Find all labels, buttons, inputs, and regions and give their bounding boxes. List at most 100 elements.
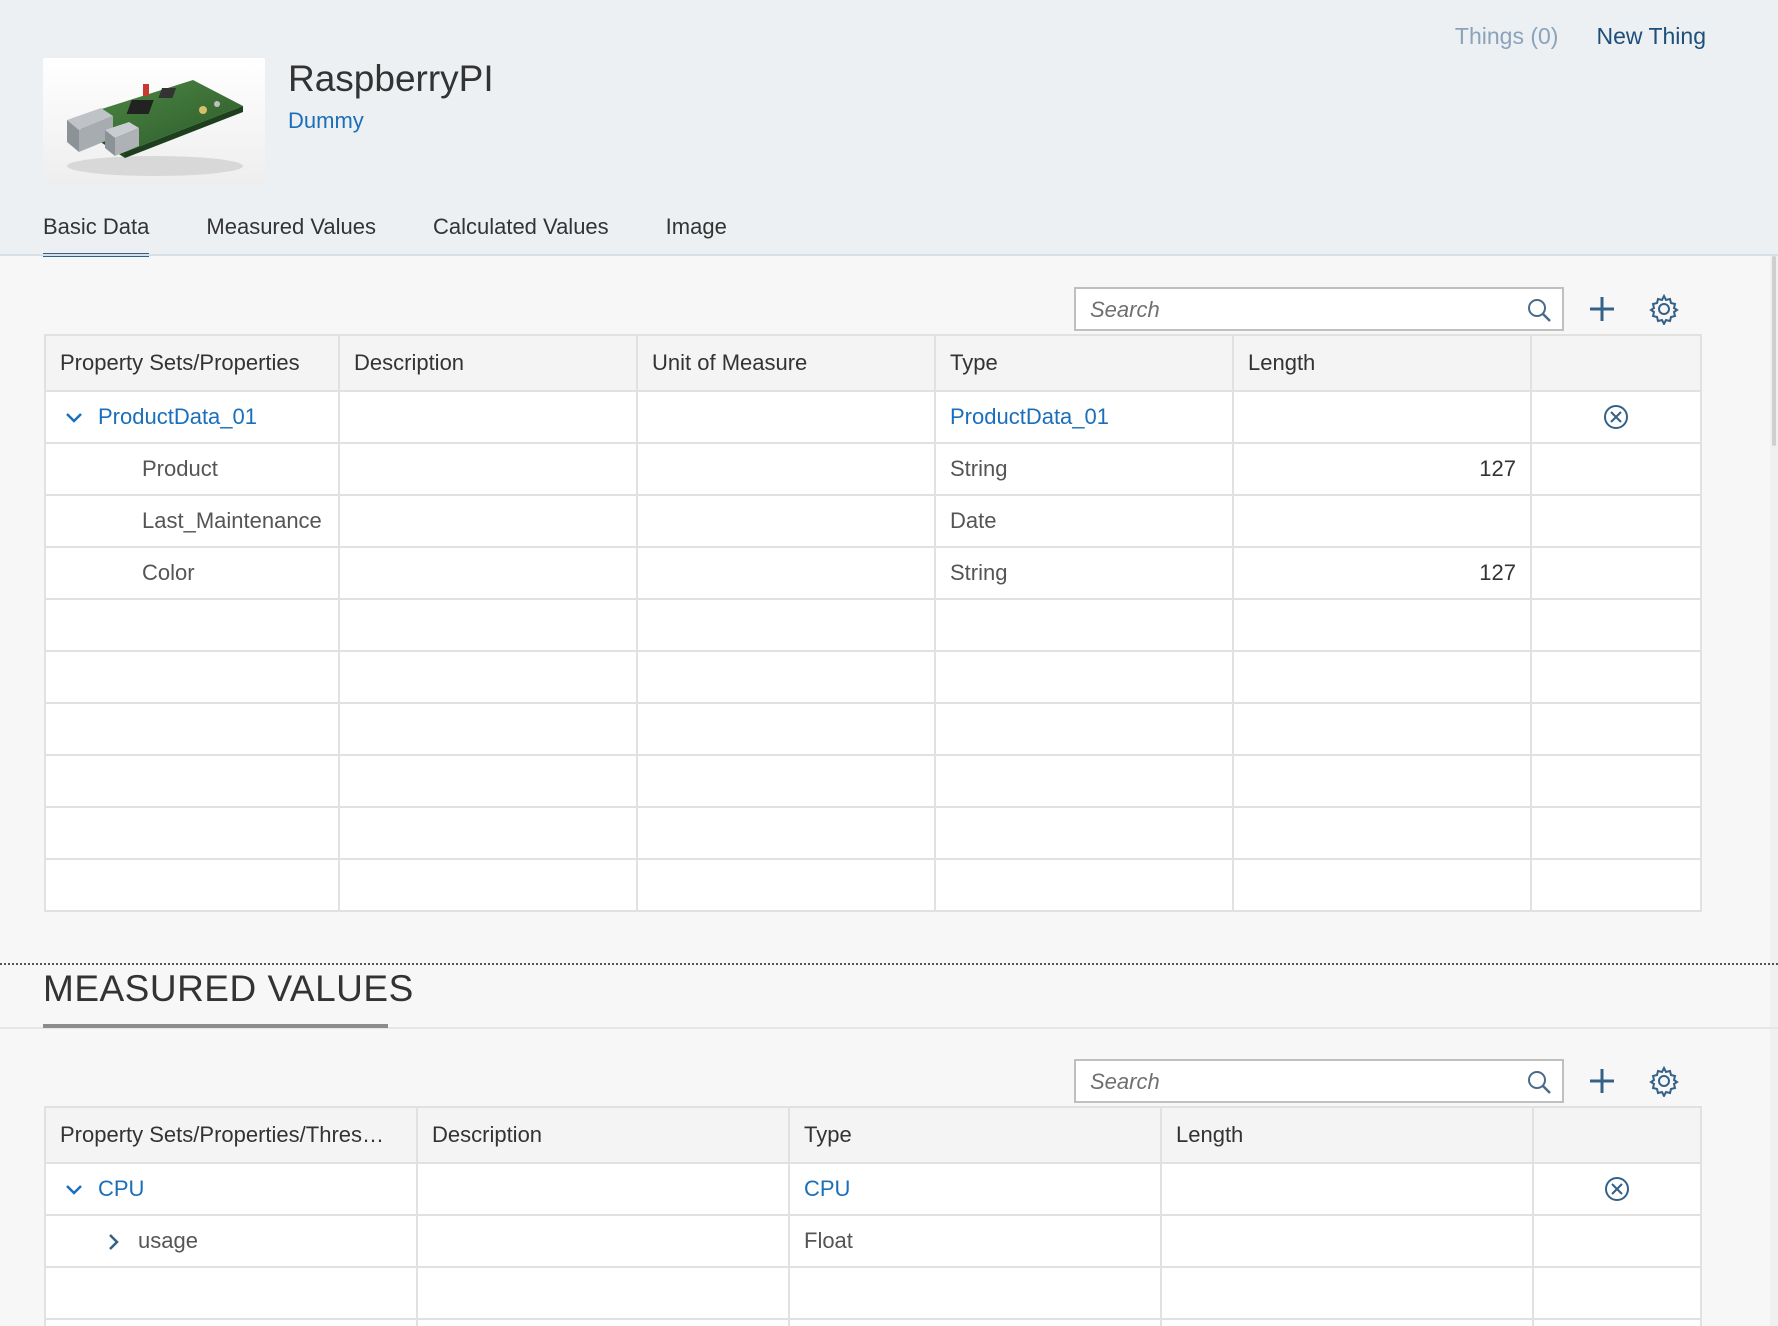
property-name-cell: Last_Maintenance — [44, 494, 340, 548]
description-cell — [338, 390, 638, 444]
section-title-underline — [43, 1024, 388, 1028]
description-cell — [338, 546, 638, 600]
column-header-actions — [1532, 1106, 1702, 1164]
search-icon[interactable] — [1526, 1069, 1552, 1095]
page-scrollbar[interactable] — [1770, 256, 1778, 1326]
length-cell: 127 — [1232, 442, 1532, 496]
column-header-property-sets-thresholds[interactable]: Property Sets/Properties/Thres… — [44, 1106, 418, 1164]
property-set-name-cell[interactable]: CPU — [44, 1162, 418, 1216]
chevron-right-icon[interactable] — [102, 1230, 126, 1254]
type-cell: Float — [788, 1214, 1162, 1268]
type-cell: String — [934, 442, 1234, 496]
table-row[interactable]: CPU CPU — [44, 1162, 1702, 1216]
actions-cell — [1530, 494, 1702, 548]
description-cell — [416, 1162, 790, 1216]
column-header-unit-of-measure[interactable]: Unit of Measure — [636, 334, 936, 392]
raspberry-pi-board-image — [67, 80, 243, 176]
column-header-actions — [1530, 334, 1702, 392]
circle-x-icon[interactable] — [1602, 403, 1630, 431]
description-cell — [338, 494, 638, 548]
thing-title: RaspberryPI — [288, 58, 494, 99]
header-links: Things (0) New Thing — [1455, 23, 1706, 50]
empty-row — [44, 1266, 1702, 1320]
scrollbar-thumb[interactable] — [1772, 256, 1776, 446]
type-link-cell[interactable]: CPU — [788, 1162, 1162, 1216]
actions-cell — [1530, 546, 1702, 600]
tab-measured-values[interactable]: Measured Values — [206, 214, 376, 254]
type-link-cell[interactable]: ProductData_01 — [934, 390, 1234, 444]
tab-basic-data[interactable]: Basic Data — [43, 214, 150, 257]
type-cell: String — [934, 546, 1234, 600]
length-cell — [1160, 1162, 1534, 1216]
property-name-cell[interactable]: usage — [44, 1214, 418, 1268]
basic-data-table: Property Sets/Properties Description Uni… — [44, 334, 1702, 912]
remove-cell — [1532, 1162, 1702, 1216]
property-name-cell: Color — [44, 546, 340, 600]
thing-image — [43, 58, 265, 184]
property-set-name[interactable]: CPU — [98, 1176, 144, 1201]
column-header-type[interactable]: Type — [788, 1106, 1162, 1164]
property-name: usage — [138, 1227, 198, 1253]
actions-cell — [1532, 1214, 1702, 1268]
gear-icon[interactable] — [1648, 293, 1680, 325]
tab-image[interactable]: Image — [666, 214, 727, 254]
empty-row — [44, 702, 1702, 756]
section-title-measured-values: MEASURED VALUES — [43, 968, 414, 1009]
basic-data-search-input[interactable] — [1090, 297, 1510, 323]
search-icon[interactable] — [1526, 297, 1552, 323]
basic-data-search[interactable] — [1074, 287, 1564, 331]
length-cell — [1232, 390, 1532, 444]
length-cell — [1160, 1214, 1534, 1268]
unit-cell — [636, 442, 936, 496]
empty-row — [44, 598, 1702, 652]
length-cell: 127 — [1232, 546, 1532, 600]
things-link[interactable]: Things (0) — [1455, 23, 1559, 50]
table-header-row: Property Sets/Properties Description Uni… — [44, 334, 1702, 392]
plus-icon[interactable] — [1586, 1065, 1618, 1097]
tab-bar: Basic Data Measured Values Calculated Va… — [43, 214, 784, 257]
table-row[interactable]: Color String 127 — [44, 546, 1702, 600]
description-cell — [338, 442, 638, 496]
table-row[interactable]: usage Float — [44, 1214, 1702, 1268]
new-thing-link[interactable]: New Thing — [1596, 23, 1706, 50]
section-divider — [0, 963, 1778, 965]
description-cell — [416, 1214, 790, 1268]
tab-bar-divider — [0, 254, 1778, 256]
measured-values-search-input[interactable] — [1090, 1069, 1510, 1095]
table-row[interactable]: Last_Maintenance Date — [44, 494, 1702, 548]
measured-values-table: Property Sets/Properties/Thres… Descript… — [44, 1106, 1702, 1326]
property-set-name-cell[interactable]: ProductData_01 — [44, 390, 340, 444]
column-header-length[interactable]: Length — [1160, 1106, 1534, 1164]
column-header-length[interactable]: Length — [1232, 334, 1532, 392]
length-cell — [1232, 494, 1532, 548]
empty-row — [44, 858, 1702, 912]
type-cell: Date — [934, 494, 1234, 548]
table-header-row: Property Sets/Properties/Thres… Descript… — [44, 1106, 1702, 1164]
empty-row — [44, 1318, 1702, 1326]
column-header-property-sets[interactable]: Property Sets/Properties — [44, 334, 340, 392]
empty-row — [44, 650, 1702, 704]
column-header-description[interactable]: Description — [338, 334, 638, 392]
thing-type-link[interactable]: Dummy — [288, 108, 364, 134]
basic-data-toolbar — [1074, 287, 1700, 331]
chevron-down-icon[interactable] — [62, 406, 86, 430]
property-set-name[interactable]: ProductData_01 — [98, 404, 257, 429]
column-header-description[interactable]: Description — [416, 1106, 790, 1164]
actions-cell — [1530, 442, 1702, 496]
measured-values-search[interactable] — [1074, 1059, 1564, 1103]
tab-calculated-values[interactable]: Calculated Values — [433, 214, 609, 254]
circle-x-icon[interactable] — [1603, 1175, 1631, 1203]
gear-icon[interactable] — [1648, 1065, 1680, 1097]
property-name-cell: Product — [44, 442, 340, 496]
remove-cell — [1530, 390, 1702, 444]
table-row[interactable]: ProductData_01 ProductData_01 — [44, 390, 1702, 444]
table-row[interactable]: Product String 127 — [44, 442, 1702, 496]
measured-values-toolbar — [1074, 1059, 1700, 1103]
empty-row — [44, 754, 1702, 808]
plus-icon[interactable] — [1586, 293, 1618, 325]
unit-cell — [636, 494, 936, 548]
unit-cell — [636, 546, 936, 600]
column-header-type[interactable]: Type — [934, 334, 1234, 392]
unit-cell — [636, 390, 936, 444]
chevron-down-icon[interactable] — [62, 1178, 86, 1202]
